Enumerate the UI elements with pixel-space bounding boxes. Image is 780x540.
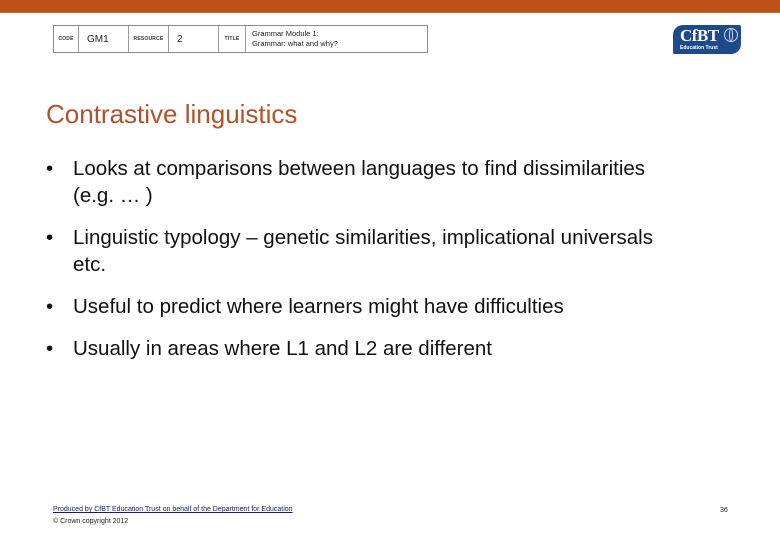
slide-title: Contrastive linguistics	[46, 99, 298, 129]
resource-meta-table: CODE GM1 RESOURCE 2 TITLE Grammar Module…	[53, 25, 428, 53]
bullet-item: • Looks at comparisons between languages…	[46, 155, 686, 209]
title-line-1: Grammar Module 1:	[252, 29, 319, 38]
cfbt-logo: CfBT Education Trust	[673, 25, 741, 54]
code-label: CODE	[54, 26, 79, 52]
footer-attribution-link[interactable]: Produced by CfBT Education Trust on beha…	[53, 506, 293, 513]
bullet-text: Useful to predict where learners might h…	[73, 295, 564, 318]
resource-value: 2	[169, 26, 219, 52]
bullet-text: Usually in areas where L1 and L2 are dif…	[73, 337, 492, 360]
page-number: 36	[720, 507, 728, 514]
title-line-2: Grammar: what and why?	[252, 39, 338, 48]
logo-wordmark: CfBT	[680, 26, 719, 45]
bullet-icon: •	[46, 157, 54, 180]
bullet-icon: •	[46, 295, 54, 318]
bullet-item: • Linguistic typology – genetic similari…	[46, 224, 686, 278]
title-value: Grammar Module 1: Grammar: what and why?	[246, 26, 427, 52]
bullet-item: • Usually in areas where L1 and L2 are d…	[46, 335, 686, 362]
footer-copyright: © Crown copyright 2012	[53, 518, 129, 525]
code-value: GM1	[79, 26, 129, 52]
logo-subtitle: Education Trust	[680, 45, 718, 51]
top-accent-bar	[0, 0, 780, 13]
bullet-item: • Useful to predict where learners might…	[46, 293, 686, 320]
globe-hand-icon	[724, 28, 738, 42]
bullet-icon: •	[46, 226, 54, 249]
title-label: TITLE	[219, 26, 246, 52]
resource-label: RESOURCE	[129, 26, 169, 52]
bullet-text: Linguistic typology – genetic similariti…	[73, 226, 653, 276]
bullet-icon: •	[46, 337, 54, 360]
bullet-text: Looks at comparisons between languages t…	[73, 157, 646, 207]
bullet-list: • Looks at comparisons between languages…	[46, 155, 686, 377]
